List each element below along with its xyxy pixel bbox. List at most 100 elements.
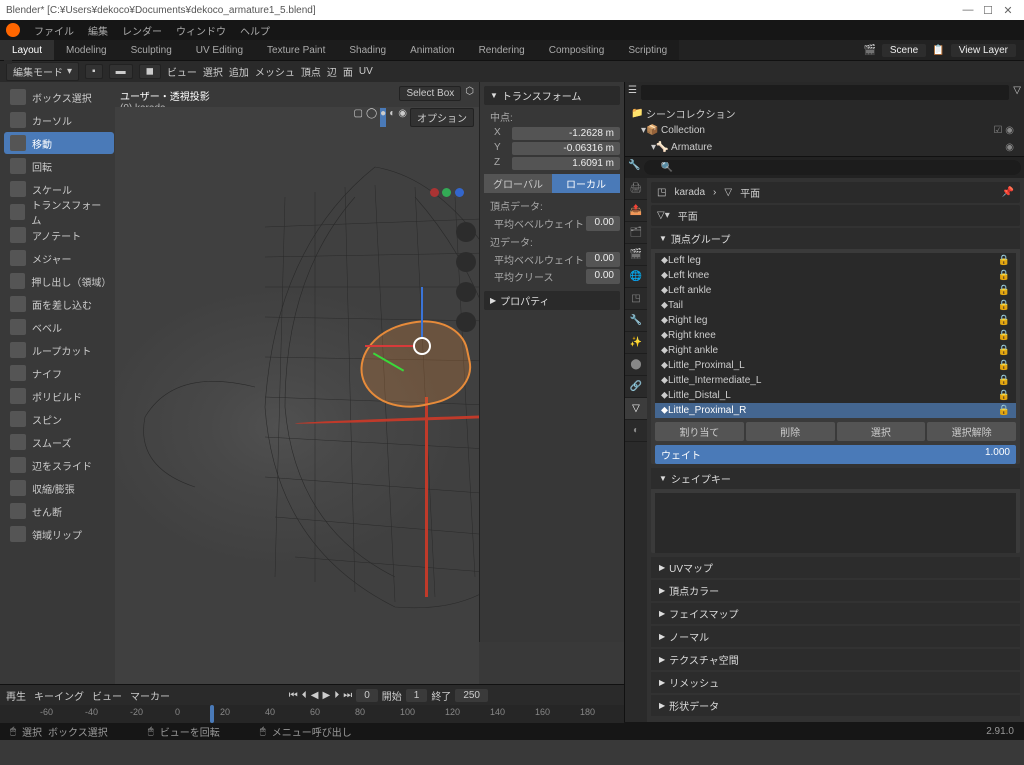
outliner-type-icon[interactable]: ☰	[628, 85, 637, 100]
close-button[interactable]: ✕	[998, 4, 1018, 17]
tool-スピン[interactable]: スピン	[4, 408, 114, 430]
crease-field[interactable]: 0.00	[586, 269, 620, 284]
properties-panel-header[interactable]: ▶プロパティ	[484, 291, 620, 310]
filter-icon[interactable]: ▽	[1013, 85, 1021, 100]
xray-icon[interactable]: ▢	[354, 108, 363, 127]
props-tab-material-icon[interactable]: ◐	[625, 420, 647, 442]
shapekeys-list[interactable]	[655, 493, 1016, 553]
camera-icon[interactable]	[456, 282, 476, 302]
tl-playback[interactable]: 再生	[6, 688, 26, 703]
space-local-button[interactable]: ローカル	[552, 174, 620, 193]
props-tab-modifier-icon[interactable]: 🔧	[625, 310, 647, 332]
tool-辺をスライド[interactable]: 辺をスライド	[4, 454, 114, 476]
pan-icon[interactable]	[456, 252, 476, 272]
pin-icon[interactable]: 📌	[1002, 187, 1014, 198]
pos-x-field[interactable]: -1.2628 m	[512, 127, 620, 140]
menu-file[interactable]: ファイル	[34, 23, 74, 38]
tool-回転[interactable]: 回転	[4, 155, 114, 177]
vp-menu-vertex[interactable]: 頂点	[301, 64, 321, 79]
tab-layout[interactable]: Layout	[0, 40, 54, 60]
vertex-group-row[interactable]: ⬥ Left leg🔒	[655, 253, 1016, 268]
edge-bevel-field[interactable]: 0.00	[586, 252, 620, 267]
vertex-group-row[interactable]: ⬥ Tail🔒	[655, 298, 1016, 313]
minimize-button[interactable]: —	[958, 4, 978, 16]
crumb-mesh[interactable]: 平面	[740, 185, 760, 200]
pos-z-field[interactable]: 1.6091 m	[512, 157, 620, 170]
vertex-group-row[interactable]: ⬥ Right leg🔒	[655, 313, 1016, 328]
panel-header[interactable]: ▶頂点カラー	[651, 580, 1020, 601]
tool-スムーズ[interactable]: スムーズ	[4, 431, 114, 453]
panel-header[interactable]: ▶テクスチャ空間	[651, 649, 1020, 670]
viewlayer-field[interactable]: View Layer	[951, 44, 1016, 57]
tool-収縮/膨張[interactable]: 収縮/膨張	[4, 477, 114, 499]
tool-領域リップ[interactable]: 領域リップ	[4, 523, 114, 545]
maximize-button[interactable]: ☐	[978, 4, 998, 17]
tab-compositing[interactable]: Compositing	[537, 40, 617, 60]
tool-トランスフォーム[interactable]: トランスフォーム	[4, 201, 114, 223]
mode-dropdown[interactable]: 編集モード ▾	[6, 62, 79, 81]
panel-header[interactable]: ▶フェイスマップ	[651, 603, 1020, 624]
next-key-icon[interactable]: ⏵	[334, 690, 339, 701]
shapekeys-header[interactable]: ▼シェイプキー	[651, 468, 1020, 489]
nav-gizmo[interactable]	[428, 174, 468, 214]
outliner-search-input[interactable]	[641, 85, 1009, 100]
tool-ループカット[interactable]: ループカット	[4, 339, 114, 361]
menu-edit[interactable]: 編集	[88, 23, 108, 38]
vp-menu-add[interactable]: 追加	[229, 64, 249, 79]
vp-menu-edge[interactable]: 辺	[327, 64, 337, 79]
tool-アノテート[interactable]: アノテート	[4, 224, 114, 246]
props-tab-physics-icon[interactable]: ⬤	[625, 354, 647, 376]
vertex-group-row[interactable]: ⬥ Right knee🔒	[655, 328, 1016, 343]
snap-icon[interactable]: ⬡	[465, 86, 474, 101]
current-frame-field[interactable]: 0	[356, 689, 378, 702]
tool-ポリビルド[interactable]: ポリビルド	[4, 385, 114, 407]
tab-sculpting[interactable]: Sculpting	[119, 40, 184, 60]
tl-keying[interactable]: キーイング	[34, 688, 84, 703]
tab-uvediting[interactable]: UV Editing	[184, 40, 255, 60]
props-tab-render-icon[interactable]: 🖨	[625, 178, 647, 200]
menu-window[interactable]: ウィンドウ	[176, 23, 226, 38]
tl-marker[interactable]: マーカー	[130, 688, 170, 703]
shading-rendered-icon[interactable]: ◉	[398, 108, 407, 127]
tab-modeling[interactable]: Modeling	[54, 40, 119, 60]
timeline-ruler[interactable]: -60-40-20020406080100120140160180	[0, 705, 624, 723]
vertex-group-row[interactable]: ⬥ Little_Proximal_L🔒	[655, 358, 1016, 373]
select-mode-edge-icon[interactable]: ▬	[109, 64, 133, 79]
playhead[interactable]	[210, 705, 214, 723]
jump-end-icon[interactable]: ⏭	[343, 690, 352, 701]
gizmo-z-axis[interactable]	[421, 287, 423, 337]
props-tab-particle-icon[interactable]: ✨	[625, 332, 647, 354]
vertex-groups-header[interactable]: ▼頂点グループ	[651, 228, 1020, 249]
props-tab-data-icon[interactable]: ▽	[625, 398, 647, 420]
vertex-group-row[interactable]: ⬥ Little_Proximal_R🔒	[655, 403, 1016, 418]
tab-scripting[interactable]: Scripting	[616, 40, 679, 60]
transform-panel-header[interactable]: ▼トランスフォーム	[484, 86, 620, 105]
props-tab-constraint-icon[interactable]: 🔗	[625, 376, 647, 398]
menu-render[interactable]: レンダー	[122, 23, 162, 38]
tool-面を差し込む[interactable]: 面を差し込む	[4, 293, 114, 315]
panel-header[interactable]: ▶形状データ	[651, 695, 1020, 716]
tool-移動[interactable]: 移動	[4, 132, 114, 154]
vp-menu-mesh[interactable]: メッシュ	[255, 64, 295, 79]
panel-header[interactable]: ▶リメッシュ	[651, 672, 1020, 693]
vertex-group-row[interactable]: ⬥ Right ankle🔒	[655, 343, 1016, 358]
select-mode-face-icon[interactable]: ◼	[139, 64, 161, 79]
bevel-weight-field[interactable]: 0.00	[586, 216, 620, 231]
shading-wire-icon[interactable]: ◯	[366, 108, 377, 127]
vp-menu-select[interactable]: 選択	[203, 64, 223, 79]
gizmo-center[interactable]	[413, 337, 431, 355]
vertex-group-row[interactable]: ⬥ Little_Distal_L🔒	[655, 388, 1016, 403]
props-tab-scene-icon[interactable]: 🎬	[625, 244, 647, 266]
crumb-object[interactable]: karada	[674, 187, 705, 198]
props-search-input[interactable]	[644, 160, 1021, 175]
tool-メジャー[interactable]: メジャー	[4, 247, 114, 269]
menu-help[interactable]: ヘルプ	[240, 23, 270, 38]
props-tab-output-icon[interactable]: 📤	[625, 200, 647, 222]
vertex-group-row[interactable]: ⬥ Little_Intermediate_L🔒	[655, 373, 1016, 388]
shading-matprev-icon[interactable]: ◐	[389, 108, 395, 127]
play-icon[interactable]: ▶	[322, 690, 330, 701]
vp-menu-view[interactable]: ビュー	[167, 64, 197, 79]
props-tab-object-icon[interactable]: ◳	[625, 288, 647, 310]
vertex-group-row[interactable]: ⬥ Left ankle🔒	[655, 283, 1016, 298]
pos-y-field[interactable]: -0.06316 m	[512, 142, 620, 155]
